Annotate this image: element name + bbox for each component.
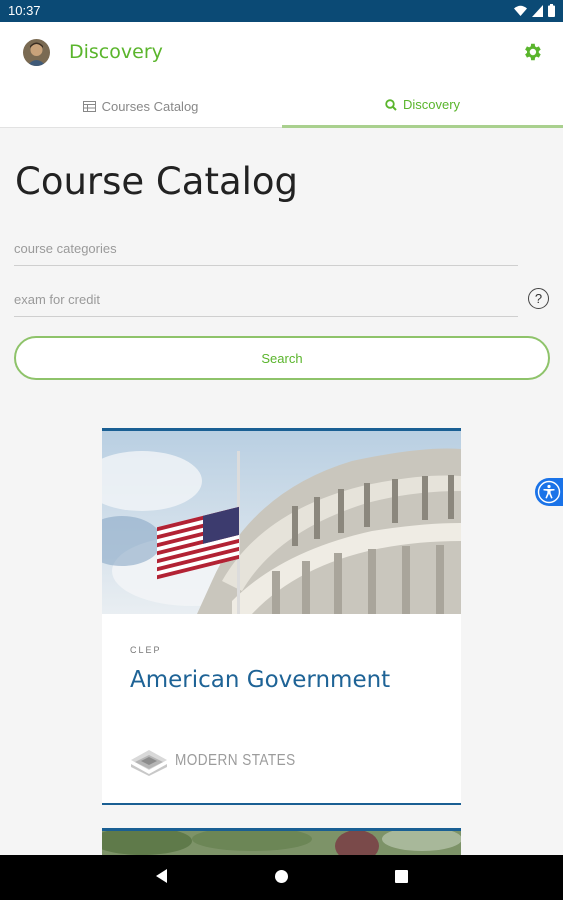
gear-icon[interactable] xyxy=(521,41,543,63)
course-card[interactable]: CLEP American Government MODERN STATES xyxy=(102,428,461,805)
wifi-icon xyxy=(514,5,527,16)
signal-icon xyxy=(532,4,543,17)
battery-icon xyxy=(548,4,555,17)
navigation-bar xyxy=(0,855,563,900)
course-image xyxy=(102,431,461,614)
course-title[interactable]: American Government xyxy=(130,667,390,693)
course-card-next[interactable] xyxy=(102,828,461,858)
course-image-next xyxy=(102,831,461,858)
home-icon[interactable] xyxy=(274,869,289,884)
provider-name: MODERN STATES xyxy=(175,752,296,769)
page-title: Course Catalog xyxy=(15,160,299,203)
course-categories-input[interactable] xyxy=(14,232,518,265)
status-time: 10:37 xyxy=(8,3,41,18)
exam-for-credit-field[interactable] xyxy=(14,283,518,317)
app-bar: Discovery xyxy=(0,22,563,84)
avatar[interactable] xyxy=(23,39,50,66)
tab-discovery[interactable]: Discovery xyxy=(282,84,563,128)
recents-icon[interactable] xyxy=(395,870,408,883)
modern-states-logo-icon xyxy=(131,750,167,776)
course-tag: CLEP xyxy=(130,645,162,655)
accessibility-icon xyxy=(537,480,561,504)
help-icon[interactable]: ? xyxy=(528,288,549,309)
app-title: Discovery xyxy=(69,41,163,63)
status-icons xyxy=(514,4,555,17)
tab-bar: Courses Catalog Discovery xyxy=(0,84,563,128)
provider-logo: MODERN STATES xyxy=(129,746,317,776)
search-icon xyxy=(385,98,397,111)
tab-courses-catalog-label: Courses Catalog xyxy=(101,98,199,114)
exam-for-credit-input[interactable] xyxy=(14,283,518,316)
tab-courses-catalog[interactable]: Courses Catalog xyxy=(0,84,281,128)
tab-discovery-label: Discovery xyxy=(402,97,461,112)
accessibility-button[interactable] xyxy=(535,478,563,506)
search-button[interactable]: Search xyxy=(14,336,550,380)
status-bar: 10:37 xyxy=(0,0,563,22)
course-categories-field[interactable] xyxy=(14,232,518,266)
table-icon xyxy=(82,100,96,112)
back-icon[interactable] xyxy=(155,868,169,884)
